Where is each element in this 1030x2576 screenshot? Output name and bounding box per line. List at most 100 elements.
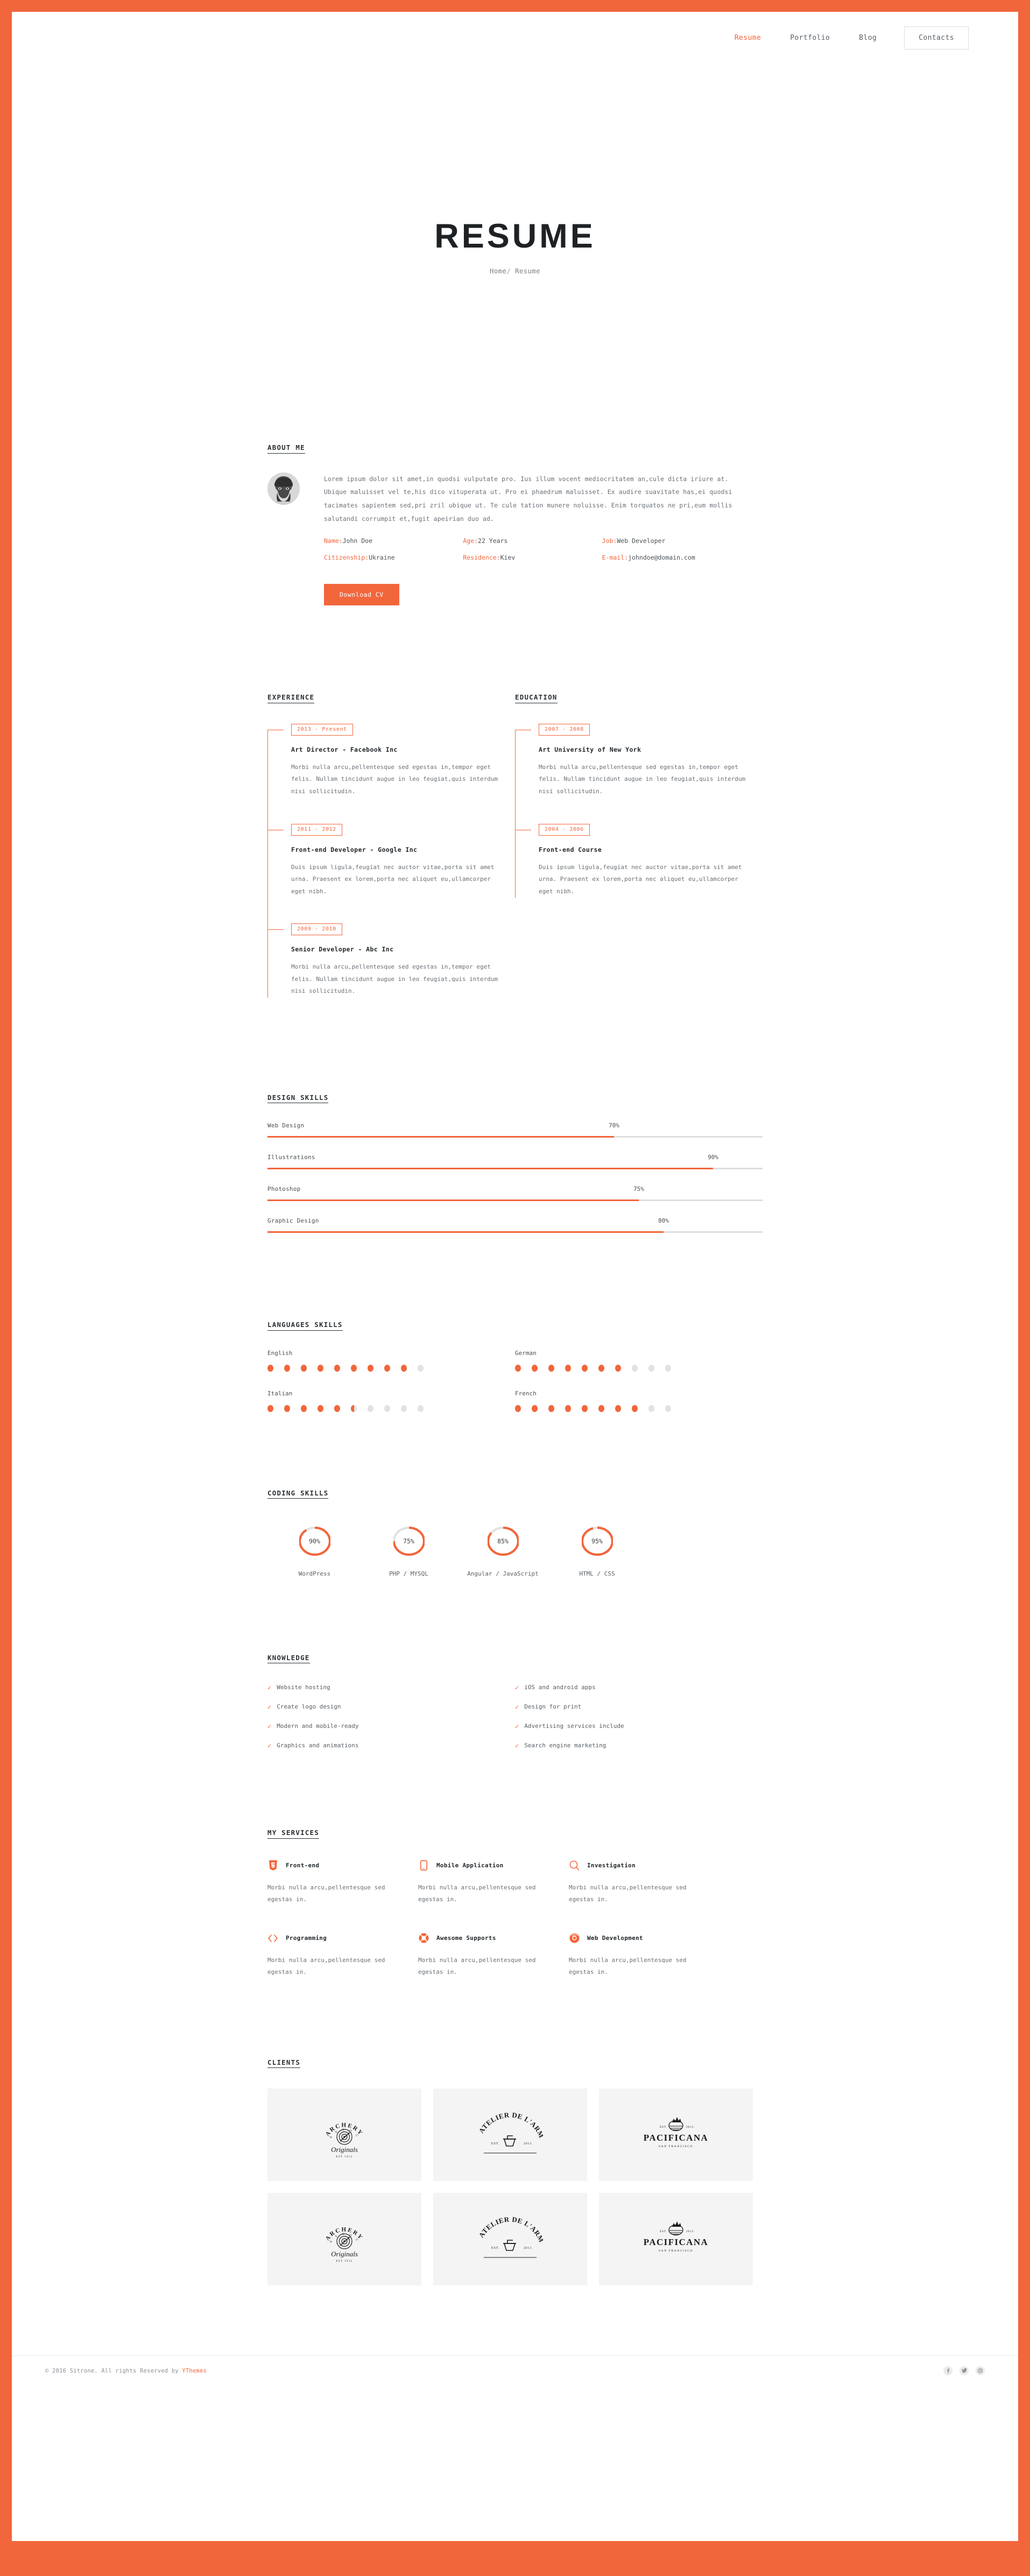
education-heading: EDUCATION <box>515 694 558 706</box>
timeline-description: Morbi nulla arcu,pellentesque sed egesta… <box>539 763 746 795</box>
check-icon: ✓ <box>267 1683 272 1691</box>
detail-citizenship: Citizenship:Ukraine <box>324 554 395 562</box>
timeline-item: 2009 - 2010 Senior Developer - Abc Inc M… <box>267 922 515 998</box>
progress-ring: 90% <box>299 1524 330 1558</box>
client-logo-archery[interactable]: ARCHERY A S S O C Originals EST 1952 <box>267 2088 421 2182</box>
language-dot <box>334 1405 340 1412</box>
svg-text:Originals: Originals <box>331 2250 358 2258</box>
client-logo-atelier[interactable]: ATELIER DE L'ARMÉE EST. 2011 <box>433 2193 587 2286</box>
brand-link[interactable]: YThemes <box>182 2368 207 2374</box>
language-dot <box>318 1405 323 1412</box>
detail-name: Name:John Doe <box>324 537 373 545</box>
language-dot <box>267 1405 273 1412</box>
service-title: Mobile Application <box>436 1862 504 1869</box>
client-logo-archery[interactable]: ARCHERY A S S O C Originals EST 1952 <box>267 2193 421 2286</box>
timeline-description: Duis ipsum ligula,feugiat nec auctor vit… <box>291 863 495 895</box>
language-dot <box>368 1405 373 1412</box>
contacts-button[interactable]: Contacts <box>904 26 969 50</box>
nav-link-blog[interactable]: Blog <box>844 34 891 41</box>
language-dot <box>351 1405 357 1412</box>
knowledge-label: Modern and mobile-ready <box>277 1723 359 1730</box>
svg-text:EST.: EST. <box>491 2142 500 2146</box>
nav-link-portfolio[interactable]: Portfolio <box>775 34 844 41</box>
svg-text:EST.: EST. <box>660 2126 667 2129</box>
language-dot <box>401 1405 407 1412</box>
knowledge-label: iOS and android apps <box>524 1684 596 1691</box>
language-name: Italian <box>267 1389 293 1397</box>
coding-skill-item: 95% HTML / CSS <box>550 1524 644 1579</box>
hero-section: RESUME Home/ Resume <box>12 63 1018 276</box>
client-logo-pacificana[interactable]: EST. 2013 PACIFICANA SAN FRANCISCO <box>599 2193 753 2286</box>
language-dots <box>515 1405 763 1412</box>
client-logo-pacificana[interactable]: EST. 2013 PACIFICANA SAN FRANCISCO <box>599 2088 753 2182</box>
breadcrumb-home[interactable]: Home <box>490 267 506 275</box>
detail-email: E-mail:johndoe@domain.com <box>602 554 695 562</box>
services-heading: MY SERVICES <box>267 1829 319 1841</box>
education-column: EDUCATION 2007 - 2008 Art University of … <box>515 691 763 997</box>
design-skills-section: DESIGN SKILLS Web Design 70% Illustration… <box>267 998 763 1233</box>
services-grid: Front-end Morbi nulla arcu,pellentesque … <box>267 1860 763 1979</box>
timeline-role: Front-end Course <box>539 845 602 853</box>
skill-bar-row: Illustrations 90% <box>267 1154 763 1170</box>
page-title: RESUME <box>434 217 596 255</box>
avatar-portrait-icon <box>267 472 300 505</box>
instagram-icon[interactable] <box>976 2366 985 2376</box>
experience-education-section: EXPERIENCE 2013 - Present Art Director -… <box>267 605 763 998</box>
service-description: Morbi nulla arcu,pellentesque sed egesta… <box>569 1956 687 1976</box>
life-ring-icon <box>418 1933 429 1944</box>
svg-text:EST.: EST. <box>660 2230 667 2233</box>
avatar <box>267 472 300 505</box>
service-item: Web Development Morbi nulla arcu,pellent… <box>569 1933 719 1979</box>
coding-skill-percent: 85% <box>497 1537 509 1545</box>
skill-bar-row: Photoshop 75% <box>267 1185 763 1202</box>
timeline-date: 2007 - 2008 <box>539 723 590 736</box>
design-skills-heading: DESIGN SKILLS <box>267 1094 329 1106</box>
language-dot <box>615 1405 621 1412</box>
language-dot <box>515 1364 521 1372</box>
coding-skills-heading: CODING SKILLS <box>267 1490 329 1501</box>
coding-skills-section: CODING SKILLS 90% WordPress 75% PHP / MY… <box>267 1412 763 1579</box>
skill-fill <box>267 1136 614 1138</box>
knowledge-label: Design for print <box>524 1703 582 1711</box>
facebook-icon[interactable] <box>943 2366 953 2376</box>
about-content: Lorem ipsum dolor sit amet,in quodsi vul… <box>324 472 741 606</box>
service-description: Morbi nulla arcu,pellentesque sed egesta… <box>569 1883 687 1903</box>
language-item: French <box>515 1390 763 1412</box>
language-dot <box>267 1364 273 1372</box>
knowledge-label: Search engine marketing <box>524 1742 606 1749</box>
about-heading: ABOUT ME <box>267 444 305 456</box>
svg-text:Originals: Originals <box>331 2146 358 2154</box>
timeline-description: Morbi nulla arcu,pellentesque sed egesta… <box>291 963 498 995</box>
twitter-icon[interactable] <box>960 2366 969 2376</box>
coding-skill-label: PHP / MYSQL <box>389 1570 428 1578</box>
mobile-phone-icon <box>418 1860 429 1871</box>
svg-text:SAN FRANCISCO: SAN FRANCISCO <box>659 2145 693 2148</box>
skill-name: Photoshop <box>267 1185 301 1193</box>
timeline-role: Senior Developer - Abc Inc <box>291 945 394 954</box>
download-cv-button[interactable]: Download CV <box>324 584 399 606</box>
skill-track <box>267 1231 763 1233</box>
skill-percent: 70% <box>609 1122 619 1130</box>
language-dot <box>401 1364 407 1372</box>
knowledge-section: KNOWLEDGE ✓ Website hosting ✓ iOS and andr… <box>267 1579 763 1749</box>
skill-bar-row: Web Design 70% <box>267 1122 763 1138</box>
nav-link-resume[interactable]: Resume <box>720 34 775 41</box>
check-icon: ✓ <box>515 1722 519 1730</box>
coding-skill-percent: 95% <box>591 1537 603 1545</box>
page-sheet: Resume Portfolio Blog Contacts RESUME Ho… <box>12 12 1018 2541</box>
check-icon: ✓ <box>267 1741 272 1749</box>
language-name: English <box>267 1349 293 1357</box>
experience-column: EXPERIENCE 2013 - Present Art Director -… <box>267 691 515 998</box>
language-dot <box>632 1364 638 1372</box>
knowledge-label: Advertising services include <box>524 1723 624 1730</box>
client-logo-atelier[interactable]: ATELIER DE L'ARMÉE EST. 2011 <box>433 2088 587 2182</box>
service-description: Morbi nulla arcu,pellentesque sed egesta… <box>267 1883 385 1903</box>
service-description: Morbi nulla arcu,pellentesque sed egesta… <box>418 1956 536 1976</box>
language-dot <box>284 1364 290 1372</box>
timeline-role: Front-end Developer - Google Inc <box>291 845 418 853</box>
svg-text:PACIFICANA: PACIFICANA <box>644 2237 708 2247</box>
svg-text:EST.: EST. <box>491 2247 500 2250</box>
language-dot <box>665 1405 671 1412</box>
svg-text:2013: 2013 <box>686 2126 694 2129</box>
language-dot <box>565 1364 571 1372</box>
